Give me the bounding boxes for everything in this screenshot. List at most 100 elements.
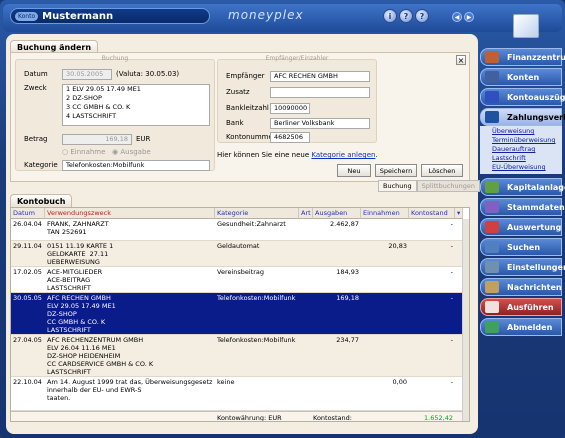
sidebar-label: Stammdaten <box>507 202 565 212</box>
zusatz-field[interactable] <box>270 87 370 98</box>
submenu-ueberweisung[interactable]: Überweisung <box>490 127 562 136</box>
tab-splittbuchungen[interactable]: Splittbuchungen <box>416 180 481 192</box>
booking-form: × Buchung Datum 30.05.2005 (Valuta: 30.0… <box>10 52 470 182</box>
table-row[interactable]: 22.10.04 Am 14. August 1999 trat das, Üb… <box>11 377 463 411</box>
radio-label: Einnahme <box>70 148 106 156</box>
sidebar-label: Zahlungsverkehr <box>507 112 565 122</box>
sidebar-item-nachrichten[interactable]: Nachrichten <box>480 278 562 296</box>
question-icon[interactable]: ? <box>415 9 429 23</box>
sidebar-item-auswertung[interactable]: Auswertung <box>480 218 562 236</box>
sidebar-item-ausfuehren[interactable]: Ausführen <box>480 298 562 316</box>
submenu-dauerauftrag[interactable]: Dauerauftrag <box>490 145 562 154</box>
col-kontostand[interactable]: Kontostand <box>409 208 455 219</box>
logout-icon <box>485 321 499 333</box>
save-button[interactable]: Speichern <box>375 164 417 177</box>
submenu-eu-ueberweisung[interactable]: EU-Überweisung <box>490 163 562 172</box>
message-icon <box>485 281 499 293</box>
table-row[interactable]: 26.04.04 FRANK, ZAHNARZT TAN 252691 Gesu… <box>11 219 463 241</box>
column-menu-icon[interactable]: ▾ <box>455 208 463 219</box>
cell-kategorie: Telefonkosten:Mobilfunk <box>217 336 296 344</box>
new-button[interactable]: Neu <box>337 164 371 177</box>
cell-kategorie: Gesundheit:Zahnarzt <box>217 220 286 228</box>
empf-field[interactable]: AFC RECHEN GMBH <box>270 71 370 82</box>
sidebar-item-einstellungen[interactable]: Einstellungen <box>480 258 565 276</box>
col-datum[interactable]: Datum <box>11 208 45 219</box>
finanzzentrum-icon <box>485 51 499 63</box>
table-row-selected[interactable]: 30.05.05 AFC RECHEN GMBH ELV 29.05 17.49… <box>11 293 463 335</box>
sidebar-item-stammdaten[interactable]: Stammdaten <box>480 198 565 216</box>
cell-kategorie: Telefonkosten:Mobilfunk <box>217 294 296 302</box>
zweck-line: 4 LASTSCHRIFT <box>66 112 117 120</box>
hint-suffix: . <box>375 151 378 159</box>
bank-field[interactable]: Berliner Volksbank <box>270 118 370 129</box>
next-icon[interactable]: ▶ <box>464 12 474 22</box>
cell-kontostand: - <box>450 336 453 344</box>
cell-datum: 30.05.05 <box>13 294 42 302</box>
sidebar-item-suchen[interactable]: Suchen <box>480 238 562 256</box>
sidebar-item-konten[interactable]: Konten <box>480 68 562 86</box>
buchung-group: Buchung Datum 30.05.2005 (Valuta: 30.05.… <box>15 55 215 171</box>
cell-datum: 29.11.04 <box>13 242 42 250</box>
cell-kategorie: Geldautomat <box>217 242 260 250</box>
submenu-lastschrift[interactable]: Lastschrift <box>490 154 562 163</box>
radio-ausgabe[interactable]: ◉ Ausgabe <box>112 148 151 156</box>
valuta-text: (Valuta: 30.05.03) <box>116 70 180 78</box>
submenu-terminueberweisung[interactable]: Terminüberweisung <box>490 136 562 145</box>
sidebar-item-kapitalanlage[interactable]: Kapitalanlage <box>480 178 565 196</box>
table-row[interactable]: 17.02.05 ACE-MITGLIEDER ACE-BEITRAG LAST… <box>11 267 463 293</box>
cell-zweck: 0151 11.19 KARTE 1 GELDKARTE 27.11 UEBER… <box>47 242 114 266</box>
cell-kontostand: - <box>450 294 453 302</box>
kto-field[interactable]: 4682506 <box>270 132 310 143</box>
zweck-field[interactable]: 1 ELV 29.05 17.49 ME1 2 DZ-SHOP 3 CC GMB… <box>62 84 210 126</box>
table-row[interactable]: 27.04.05 AFC RECHENZENTRUM GMBH ELV 26.0… <box>11 335 463 377</box>
group-caption: Empfänger/Einzahler <box>265 55 329 62</box>
blz-field[interactable]: 10090000 <box>270 103 310 114</box>
create-category-link[interactable]: Kategorie anlegen <box>311 151 375 159</box>
sidebar-label: Finanzzentrum <box>507 52 565 62</box>
wrench-icon <box>485 261 499 273</box>
execute-icon <box>485 301 499 313</box>
radio-label: Ausgabe <box>120 148 151 156</box>
cell-zweck: AFC RECHEN GMBH ELV 29.05 17.49 ME1 DZ-S… <box>47 294 116 334</box>
konten-icon <box>485 71 499 83</box>
datum-label: Datum <box>24 70 48 78</box>
close-icon[interactable]: × <box>456 55 466 65</box>
delete-button[interactable]: Löschen <box>421 164 463 177</box>
col-verwendungszweck[interactable]: Verwendungszweck <box>45 208 215 219</box>
category-hint: Hier können Sie eine neue Kategorie anle… <box>217 151 378 159</box>
kapitalanlage-icon <box>485 181 499 193</box>
cell-kontostand: - <box>450 220 453 228</box>
cell-ausgaben: 169,18 <box>336 294 359 302</box>
account-selector[interactable]: Konto Mustermann <box>10 8 210 24</box>
cell-datum: 22.10.04 <box>13 378 42 386</box>
cell-ausgaben: 234,77 <box>336 336 359 344</box>
col-kategorie[interactable]: Kategorie <box>215 208 299 219</box>
betrag-field[interactable]: 169,18 <box>62 134 132 145</box>
table-row[interactable]: 29.11.04 0151 11.19 KARTE 1 GELDKARTE 27… <box>11 241 463 267</box>
cell-datum: 26.04.04 <box>13 220 42 228</box>
col-art[interactable]: Art <box>299 208 313 219</box>
col-einnahmen[interactable]: Einnahmen <box>361 208 409 219</box>
table-scrollbar[interactable] <box>462 219 469 421</box>
cell-kontostand: - <box>450 268 453 276</box>
sidebar-label: Konten <box>507 72 540 82</box>
prev-icon[interactable]: ◀ <box>452 12 462 22</box>
sidebar: Finanzzentrum Konten Kontoauszüge Zahlun… <box>480 44 565 434</box>
search-icon <box>485 241 499 253</box>
zusatz-label: Zusatz <box>226 88 250 96</box>
info-icon[interactable]: i <box>383 9 397 23</box>
tab-buchung[interactable]: Buchung <box>378 180 417 192</box>
cell-zweck: FRANK, ZAHNARZT TAN 252691 <box>47 220 109 236</box>
sidebar-item-kontoauszuege[interactable]: Kontoauszüge <box>480 88 565 106</box>
sidebar-item-finanzzentrum[interactable]: Finanzzentrum <box>480 48 565 66</box>
radio-einnahme[interactable]: ○ Einnahme <box>62 148 105 156</box>
sidebar-label: Suchen <box>507 242 541 252</box>
col-ausgaben[interactable]: Ausgaben <box>313 208 361 219</box>
cell-zweck: AFC RECHENZENTRUM GMBH ELV 26.04 11.16 M… <box>47 336 154 376</box>
help-icon[interactable]: ? <box>399 9 413 23</box>
sidebar-label: Auswertung <box>507 222 562 232</box>
kategorie-select[interactable]: Telefonkosten:Mobilfunk <box>62 160 210 171</box>
datum-field[interactable]: 30.05.2005 <box>62 69 112 80</box>
sidebar-item-zahlungsverkehr[interactable]: Zahlungsverkehr <box>480 108 565 126</box>
sidebar-item-abmelden[interactable]: Abmelden <box>480 318 562 336</box>
